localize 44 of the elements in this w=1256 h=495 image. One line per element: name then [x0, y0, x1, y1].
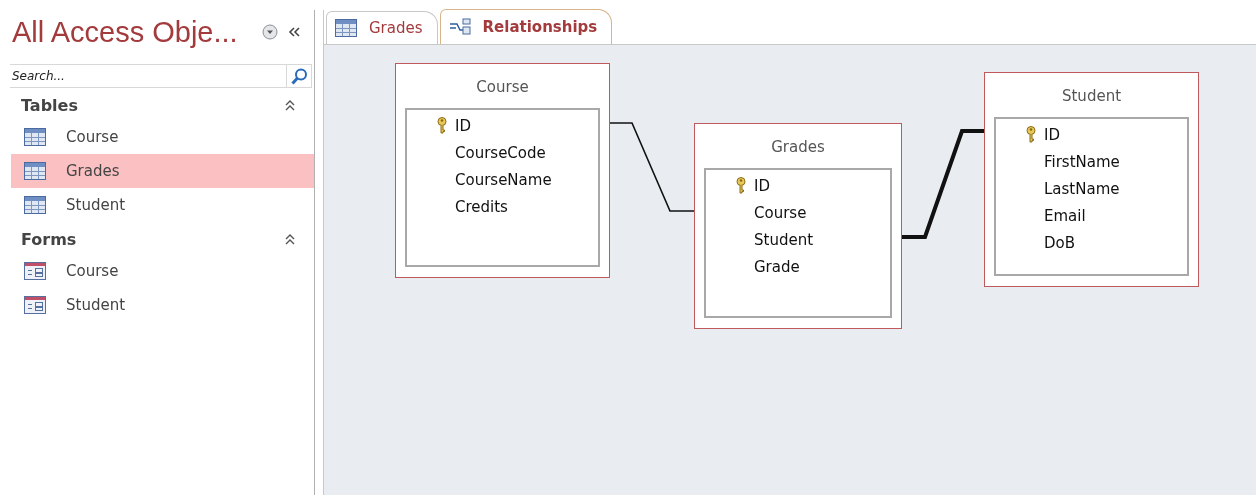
field-name: Grade [754, 257, 800, 276]
search-field[interactable]: Search... [10, 64, 286, 88]
table-window[interactable]: Course ID CourseCode CourseName Credits [395, 63, 610, 278]
relationship-line[interactable] [609, 122, 695, 212]
relationships-icon [448, 18, 471, 36]
field-name: Email [1044, 206, 1086, 225]
field-name: ID [754, 176, 770, 195]
dropdown-icon[interactable] [262, 24, 278, 40]
group-heading[interactable]: Tables [21, 95, 78, 115]
nav-item[interactable]: Student [11, 288, 314, 322]
field-name: Credits [455, 197, 508, 216]
table-icon [24, 128, 46, 146]
pane-title: All Access Obje... [12, 15, 239, 49]
table-icon [24, 196, 46, 214]
table-window[interactable]: Grades ID Course Student Grade [694, 123, 902, 329]
document-tab[interactable]: Relationships [439, 9, 613, 44]
field-name: CourseName [455, 170, 552, 189]
form-icon [24, 262, 46, 280]
collapse-chevron-icon[interactable] [285, 99, 295, 111]
table-icon [335, 19, 357, 37]
table-title: Course [475, 77, 530, 98]
nav-item[interactable]: Grades [11, 154, 314, 188]
table-title: Student [1060, 86, 1123, 107]
table-window[interactable]: Student ID FirstName LastName Email DoB [984, 72, 1199, 287]
collapse-icon[interactable] [288, 26, 301, 38]
field-name: DoB [1044, 233, 1076, 252]
field-name: CourseCode [455, 143, 546, 162]
field-name: LastName [1044, 179, 1120, 198]
document-tab[interactable]: Grades [326, 11, 438, 44]
nav-item[interactable]: Student [11, 188, 314, 222]
field-name: Course [754, 203, 807, 222]
nav-item[interactable]: Course [11, 120, 314, 154]
search-icon[interactable] [290, 67, 308, 85]
nav-item[interactable]: Course [11, 254, 314, 288]
field-name: ID [455, 116, 471, 135]
relationship-line[interactable] [902, 129, 984, 239]
field-name: Student [754, 230, 814, 249]
table-title: Grades [770, 137, 826, 158]
field-name: FirstName [1044, 152, 1120, 171]
group-heading[interactable]: Forms [21, 229, 77, 249]
table-icon [24, 162, 46, 180]
form-icon [24, 296, 46, 314]
collapse-chevron-icon[interactable] [285, 233, 295, 245]
field-name: ID [1044, 125, 1060, 144]
